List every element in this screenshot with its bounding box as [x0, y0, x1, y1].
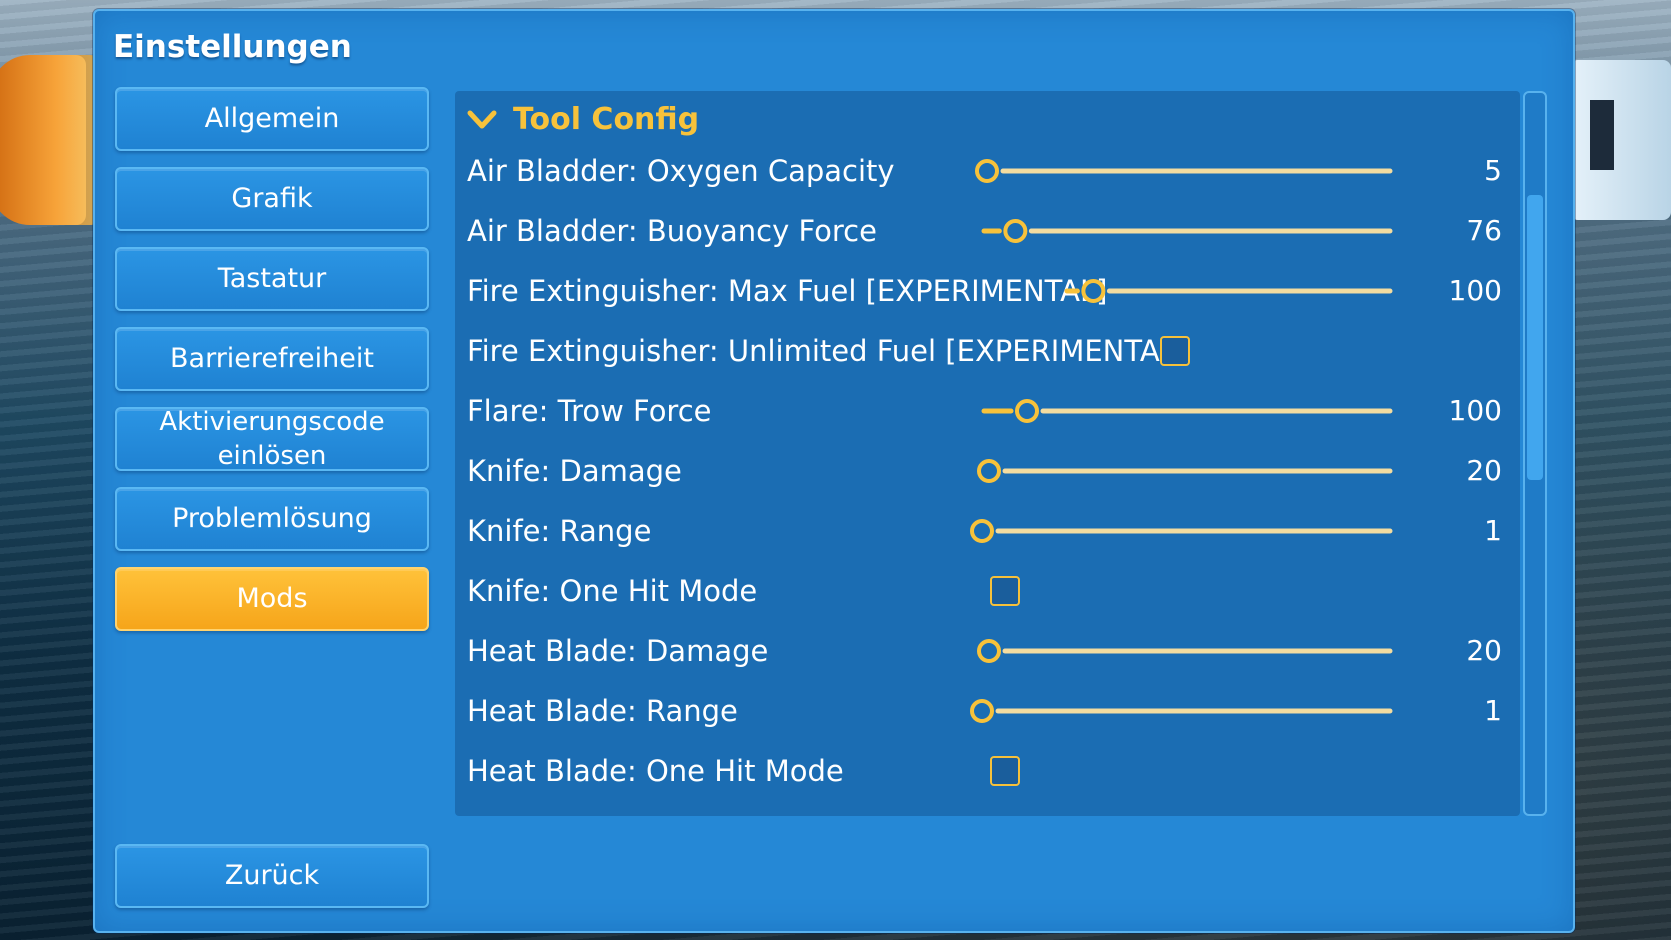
setting-label: Heat Blade: One Hit Mode [467, 754, 844, 788]
setting-label: Fire Extinguisher: Max Fuel [EXPERIMENTA… [467, 274, 1108, 308]
setting-value: 100 [1448, 274, 1502, 307]
slider-knob [970, 699, 994, 723]
slider-graphic [977, 459, 1393, 483]
slider-knob [970, 519, 994, 543]
slider-graphic [970, 519, 1393, 543]
setting-row: Knife: One Hit Mode [455, 563, 1520, 619]
slider-knob [977, 639, 1001, 663]
sidebar-item-allgemein[interactable]: Allgemein [115, 87, 429, 151]
slider-graphic [981, 399, 1393, 423]
setting-label: Flare: Trow Force [467, 394, 712, 428]
setting-value: 1 [1484, 694, 1502, 727]
slider-knob [975, 159, 999, 183]
setting-row: Fire Extinguisher: Unlimited Fuel [EXPER… [455, 323, 1520, 379]
setting-checkbox[interactable] [990, 756, 1020, 786]
sidebar-item-label: Tastatur [217, 263, 327, 294]
setting-value: 100 [1448, 394, 1502, 427]
setting-label: Knife: One Hit Mode [467, 574, 758, 608]
sidebar-item-label: Allgemein [204, 103, 340, 134]
setting-slider[interactable] [975, 143, 1393, 199]
sidebar-item-grafik[interactable]: Grafik [115, 167, 429, 231]
sidebar-item-barrierefreiheit[interactable]: Barrierefreiheit [115, 327, 429, 391]
back-button[interactable]: Zurück [115, 844, 429, 908]
scrollbar[interactable] [1523, 91, 1547, 816]
setting-slider[interactable] [977, 623, 1393, 679]
background-logo-right [1570, 60, 1671, 220]
setting-row: Knife: Range 1 [455, 503, 1520, 559]
setting-value: 20 [1466, 454, 1502, 487]
slider-graphic [970, 699, 1393, 723]
settings-window: Einstellungen Allgemein Grafik Tastatur … [93, 9, 1575, 933]
sidebar-item-label: Mods [236, 583, 308, 614]
slider-graphic [975, 159, 1393, 183]
setting-label: Knife: Range [467, 514, 652, 548]
sidebar-item-label-line2: einlösen [217, 441, 327, 471]
setting-label: Air Bladder: Buoyancy Force [467, 214, 877, 248]
setting-checkbox[interactable] [1160, 336, 1190, 366]
chevron-down-icon [467, 110, 497, 129]
slider-graphic [977, 639, 1393, 663]
setting-label: Fire Extinguisher: Unlimited Fuel [EXPER… [467, 334, 1188, 368]
section-header-tool-config[interactable]: Tool Config [465, 97, 699, 141]
setting-label: Heat Blade: Range [467, 694, 738, 728]
setting-value: 20 [1466, 634, 1502, 667]
setting-slider[interactable] [980, 383, 1393, 439]
slider-graphic [981, 219, 1393, 243]
background-logo-left [0, 55, 100, 225]
setting-slider[interactable] [980, 203, 1393, 259]
slider-knob [1081, 279, 1106, 303]
sidebar-item-aktivierungscode[interactable]: Aktivierungscode einlösen [115, 407, 429, 471]
sidebar-item-label-line1: Aktivierungscode [159, 407, 385, 437]
section-title: Tool Config [513, 101, 700, 137]
sidebar-item-tastatur[interactable]: Tastatur [115, 247, 429, 311]
setting-label: Air Bladder: Oxygen Capacity [467, 154, 895, 188]
window-title: Einstellungen [113, 29, 352, 65]
setting-row: Fire Extinguisher: Max Fuel [EXPERIMENTA… [455, 263, 1520, 319]
setting-row: Knife: Damage 20 [455, 443, 1520, 499]
setting-checkbox[interactable] [990, 576, 1020, 606]
scrollbar-thumb[interactable] [1527, 195, 1543, 480]
sidebar-item-mods[interactable]: Mods [115, 567, 429, 631]
setting-label: Knife: Damage [467, 454, 682, 488]
setting-row: Air Bladder: Oxygen Capacity 5 [455, 143, 1520, 199]
setting-value: 1 [1484, 514, 1502, 547]
setting-row: Heat Blade: Damage 20 [455, 623, 1520, 679]
slider-knob [977, 459, 1001, 483]
setting-value: 76 [1466, 214, 1502, 247]
slider-graphic [1064, 279, 1393, 303]
sidebar-item-label: Problemlösung [172, 503, 372, 534]
sidebar-item-label: Barrierefreiheit [170, 343, 374, 374]
back-button-label: Zurück [224, 860, 320, 891]
setting-slider[interactable] [977, 443, 1393, 499]
settings-content: Tool Config Air Bladder: Oxygen Capacity… [455, 91, 1520, 816]
setting-slider[interactable] [970, 503, 1393, 559]
setting-row: Air Bladder: Buoyancy Force 76 [455, 203, 1520, 259]
setting-label: Heat Blade: Damage [467, 634, 769, 668]
setting-row: Heat Blade: Range 1 [455, 683, 1520, 739]
sidebar-item-label: Grafik [231, 183, 313, 214]
sidebar-item-problemloesung[interactable]: Problemlösung [115, 487, 429, 551]
setting-value: 5 [1484, 154, 1502, 187]
slider-knob [1003, 219, 1028, 243]
setting-row: Flare: Trow Force 100 [455, 383, 1520, 439]
setting-row: Heat Blade: One Hit Mode [455, 743, 1520, 799]
setting-slider[interactable] [970, 683, 1393, 739]
slider-knob [1015, 399, 1040, 423]
setting-slider[interactable] [1063, 263, 1393, 319]
